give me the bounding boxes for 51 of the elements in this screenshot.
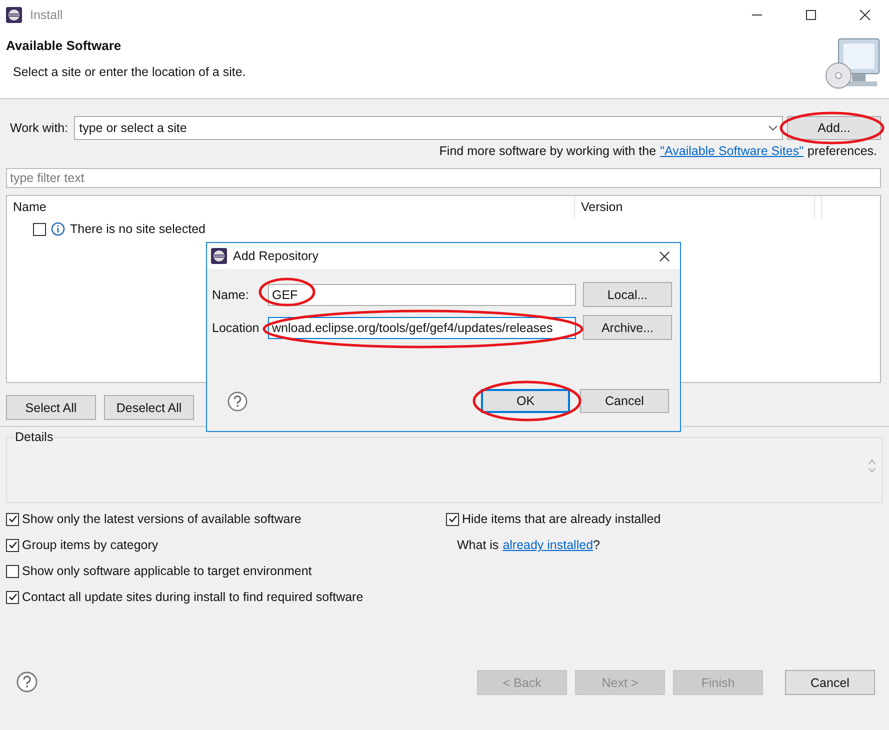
dialog-button[interactable]: Cancel [580, 389, 669, 413]
filter-field[interactable]: type filter text [6, 168, 881, 188]
eclipse-icon [6, 6, 22, 22]
checkbox[interactable] [446, 512, 459, 526]
more-software-text: Find more software by working with the [439, 144, 656, 158]
checkbox[interactable] [33, 222, 46, 236]
page-subtitle: Select a site or enter the location of a site. [13, 65, 247, 79]
input-field[interactable]: wnload.eclipse.org/tools/gef/gef4/updates/releases [268, 316, 576, 338]
work-with-label: Work with: [10, 121, 68, 135]
add-button[interactable]: Add... [787, 116, 881, 140]
scroll-arrows-icon [868, 458, 876, 474]
option-label: Group items by category [22, 538, 158, 552]
close-icon[interactable] [659, 250, 670, 262]
option-label: Show only the latest versions of available software [22, 512, 302, 526]
sites-link[interactable]: "Available Software Sites" [660, 144, 804, 158]
page-title: Available Software [6, 38, 122, 53]
checkbox[interactable] [6, 538, 19, 552]
site-combo[interactable]: type or select a site [74, 116, 783, 140]
preferences-text: preferences. [808, 144, 877, 158]
tree-item[interactable]: There is no site selected [70, 222, 206, 236]
checkbox[interactable] [6, 564, 19, 578]
help-icon[interactable] [227, 390, 248, 412]
column-header[interactable]: Version [575, 196, 815, 218]
option-label: Contact all update sites during install to find required software [22, 590, 364, 604]
checkbox[interactable] [6, 590, 19, 604]
option-label: Show only software applicable to target environment [22, 564, 312, 578]
dialog-button[interactable]: OK [481, 389, 570, 413]
close-icon[interactable] [859, 8, 871, 20]
window-title: Install [30, 8, 63, 22]
help-icon[interactable] [16, 671, 38, 693]
input-field[interactable]: GEF [268, 284, 576, 306]
browse-button[interactable]: Archive... [583, 315, 672, 340]
option-label: Hide items that are already installed [462, 512, 661, 526]
installed-note: What is [457, 538, 499, 552]
selection-button[interactable]: Deselect All [104, 395, 194, 420]
eclipse-icon [211, 248, 227, 264]
column-header[interactable]: Name [7, 196, 575, 218]
checkbox[interactable] [6, 512, 19, 526]
maximize-icon[interactable] [805, 8, 817, 20]
selection-button[interactable]: Select All [6, 395, 96, 420]
field-label: Name: [212, 288, 250, 302]
chevron-down-icon [768, 125, 778, 131]
dialog-title: Add Repository [233, 249, 318, 263]
wizard-button[interactable]: Cancel [785, 670, 875, 695]
browse-button[interactable]: Local... [583, 282, 672, 307]
highlight-ellipse [258, 277, 316, 307]
info-icon [51, 222, 65, 236]
field-label: Location [212, 320, 260, 334]
installed-link[interactable]: already installed [502, 538, 594, 552]
question-mark: ? [593, 538, 600, 552]
details-title: Details [14, 430, 54, 444]
